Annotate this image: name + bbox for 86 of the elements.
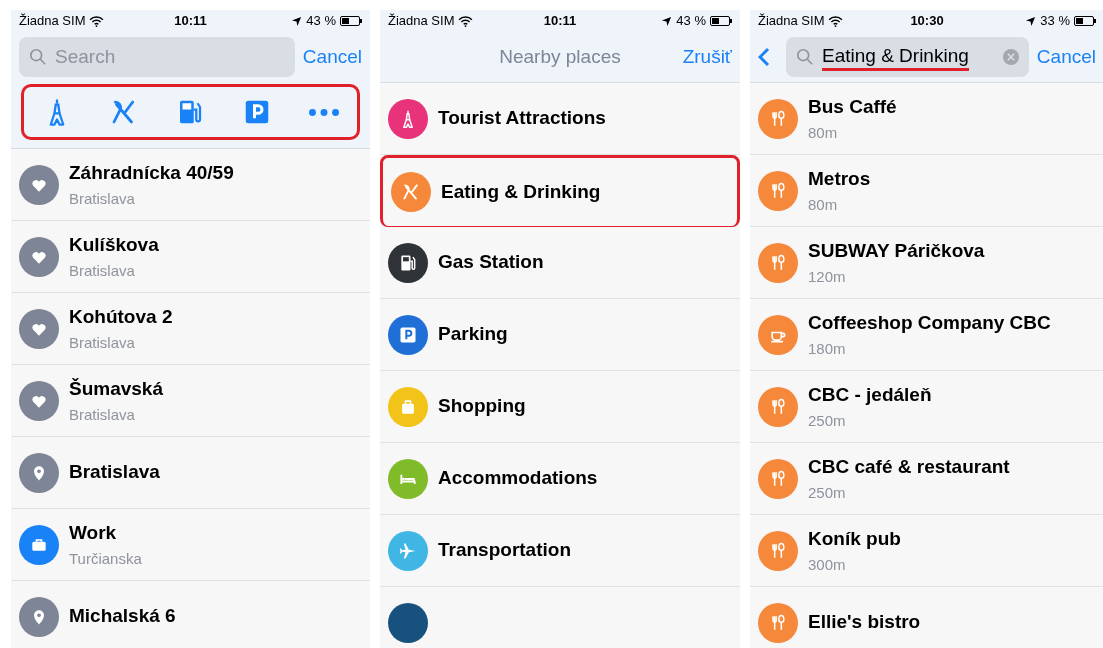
place-name: Gas Station: [438, 250, 544, 275]
search-icon: [29, 48, 47, 66]
place-detail: 300m: [808, 554, 847, 575]
place-name: CBC - jedáleň: [808, 383, 932, 407]
search-value: Eating & Drinking: [822, 43, 969, 71]
carrier-name: Žiadna SIM: [19, 12, 86, 31]
place-detail: 250m: [808, 410, 847, 431]
list-row[interactable]: Work Turčianska: [11, 509, 370, 581]
place-name: Bratislava: [69, 460, 160, 485]
wifi-icon: [458, 15, 474, 27]
category-button[interactable]: [308, 108, 339, 116]
list-row[interactable]: Ellie's bistro: [750, 587, 1103, 648]
place-detail: 80m: [808, 194, 839, 215]
list-row[interactable]: SUBWAY Páričkova 120m: [750, 227, 1103, 299]
place-detail: Bratislava: [69, 260, 136, 281]
location-arrow-icon: [1025, 15, 1037, 27]
place-name: Šumavská: [69, 377, 163, 401]
place-name: Coffeeshop Company CBC: [808, 311, 1051, 335]
list-row[interactable]: Kulíškova Bratislava: [11, 221, 370, 293]
place-name: Metros: [808, 167, 871, 191]
place-detail: Bratislava: [69, 332, 136, 353]
carrier-name: Žiadna SIM: [388, 12, 455, 31]
search-field[interactable]: Eating & Drinking: [786, 37, 1029, 77]
place-detail: Bratislava: [69, 188, 136, 209]
place-name: Eating & Drinking: [441, 179, 601, 204]
list-row[interactable]: Kohútova 2 Bratislava: [11, 293, 370, 365]
place-name: SUBWAY Páričkova: [808, 239, 985, 263]
battery-percent: 33 %: [1040, 12, 1070, 31]
clear-button[interactable]: [1002, 49, 1019, 65]
place-name: Koník pub: [808, 527, 901, 551]
location-arrow-icon: [291, 15, 303, 27]
battery-percent: 43 %: [306, 12, 336, 31]
list-row[interactable]: Parking: [380, 299, 740, 371]
list-row[interactable]: Tourist Attractions: [380, 83, 740, 155]
place-name: Kohútova 2: [69, 305, 173, 329]
fork-knife-icon: [401, 182, 421, 202]
list-row[interactable]: Coffeeshop Company CBC 180m: [750, 299, 1103, 371]
status-time: 10:30: [909, 12, 945, 31]
place-name: Tourist Attractions: [438, 106, 606, 131]
place-name: Záhradnícka 40/59: [69, 161, 234, 185]
more-icon: [308, 108, 339, 116]
battery-icon: [710, 16, 732, 26]
battery-icon: [1074, 16, 1096, 26]
list-row[interactable]: Eating & Drinking: [380, 155, 740, 227]
place-detail: Turčianska: [69, 548, 142, 569]
list-row[interactable]: CBC café & restaurant 250m: [750, 443, 1103, 515]
place-name: Accommodations: [438, 466, 598, 491]
list-row[interactable]: Záhradnícka 40/59 Bratislava: [11, 149, 370, 221]
place-detail: 80m: [808, 122, 839, 143]
place-name: Ellie's bistro: [808, 610, 921, 635]
location-arrow-icon: [661, 15, 673, 27]
list-row[interactable]: Michalská 6: [11, 581, 370, 648]
place-detail: 180m: [808, 338, 847, 359]
list-row[interactable]: Shopping: [380, 371, 740, 443]
place-name: Kulíškova: [69, 233, 159, 257]
carrier-name: Žiadna SIM: [758, 12, 825, 31]
place-detail: Bratislava: [69, 404, 136, 425]
place-detail: 120m: [808, 266, 847, 287]
list-row[interactable]: Šumavská Bratislava: [11, 365, 370, 437]
place-name: Shopping: [438, 394, 526, 419]
close-icon: [1006, 53, 1015, 61]
wifi-icon: [89, 15, 105, 27]
list-row[interactable]: CBC - jedáleň 250m: [750, 371, 1103, 443]
status-time: 10:11: [542, 12, 578, 31]
list-row[interactable]: Bratislava: [11, 437, 370, 509]
place-name: Michalská 6: [69, 604, 176, 629]
search-icon: [796, 48, 814, 66]
wifi-icon: [828, 15, 844, 27]
chevron-left-icon: [758, 46, 770, 68]
screen-title: Nearby places: [498, 44, 622, 69]
battery-percent: 43 %: [676, 12, 706, 31]
place-name: Bus Caffé: [808, 95, 897, 119]
place-name: Work: [69, 521, 118, 545]
place-name: Transportation: [438, 538, 571, 563]
place-name: Parking: [438, 322, 508, 347]
list-row[interactable]: Gas Station: [380, 227, 740, 299]
status-time: 10:11: [173, 12, 208, 31]
list-row[interactable]: Transportation: [380, 515, 740, 587]
list-row[interactable]: Metros 80m: [750, 155, 1103, 227]
battery-icon: [340, 16, 362, 26]
list-row[interactable]: Koník pub 300m: [750, 515, 1103, 587]
place-name: CBC café & restaurant: [808, 455, 1010, 479]
search-placeholder: Search: [55, 44, 117, 69]
place-detail: 250m: [808, 482, 847, 503]
list-row[interactable]: Accommodations: [380, 443, 740, 515]
list-row[interactable]: Bus Caffé 80m: [750, 83, 1103, 155]
